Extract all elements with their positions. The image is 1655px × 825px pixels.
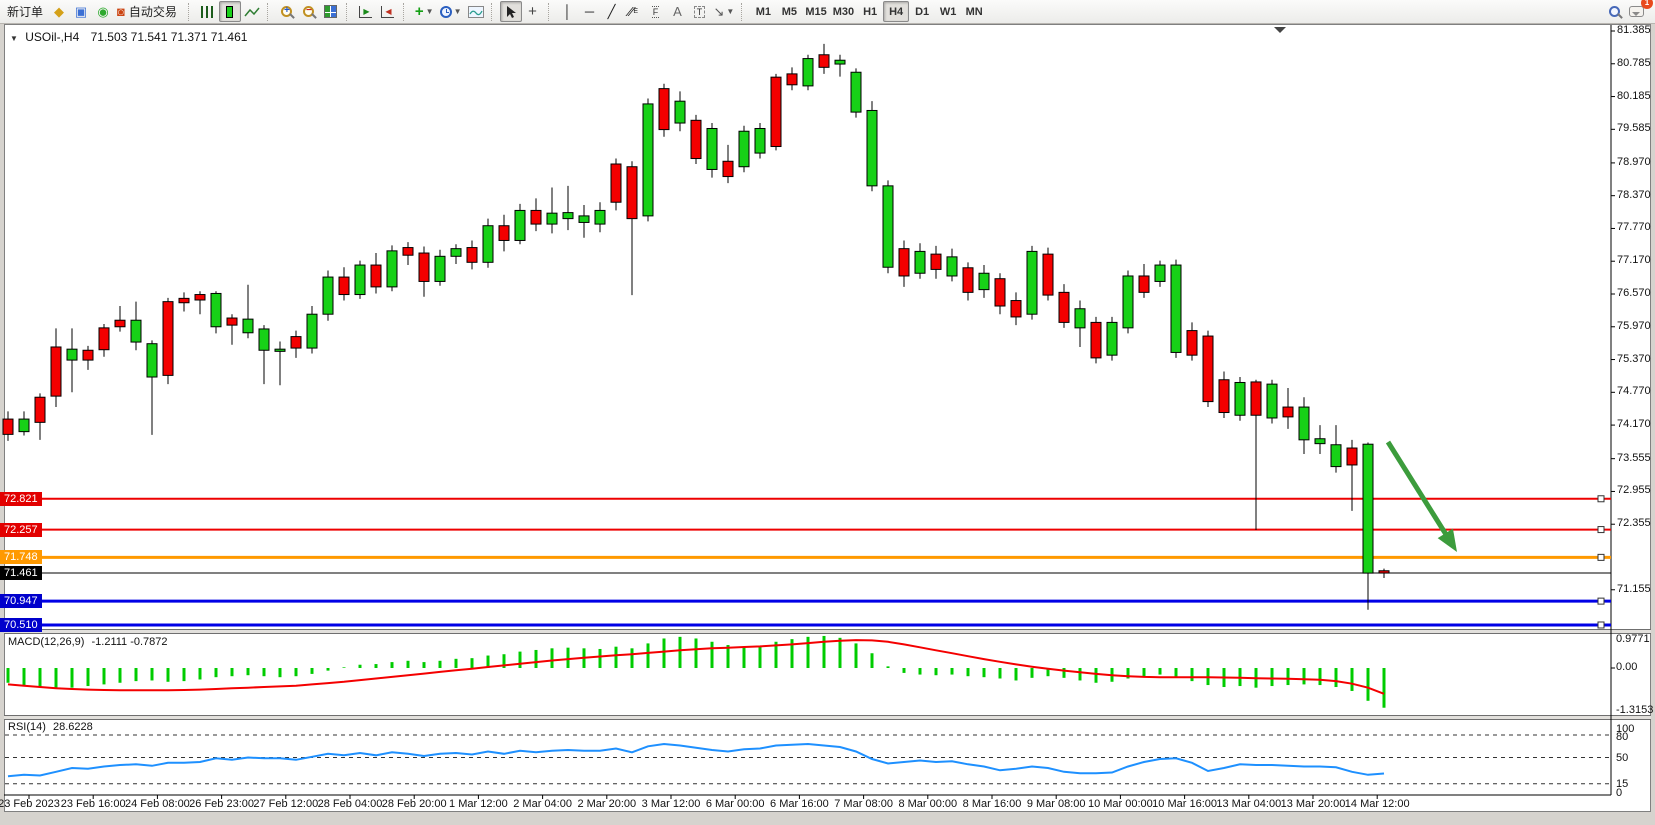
- price-axis-tick: 79.585: [1617, 122, 1651, 134]
- rsi-scale-label: 50: [1616, 752, 1628, 764]
- time-axis-label: 1 Mar 12:00: [449, 798, 508, 810]
- price-axis-tick: 78.370: [1617, 189, 1651, 201]
- time-axis-label: 14 Mar 12:00: [1345, 798, 1410, 810]
- rsi-scale-label: 0: [1616, 787, 1622, 799]
- chart-ohlc-values: 71.503 71.541 71.371 71.461: [91, 30, 248, 44]
- time-axis-label: 13 Mar 20:00: [1281, 798, 1346, 810]
- price-line-badge: 71.461: [0, 566, 42, 580]
- macd-scale-min: -1.3153: [1616, 704, 1653, 716]
- time-axis-label: 8 Mar 16:00: [963, 798, 1022, 810]
- macd-scale-zero: 0.00: [1616, 661, 1637, 673]
- price-axis-tick: 75.970: [1617, 320, 1651, 332]
- chart-symbol-period: USOil-,H4: [25, 30, 79, 44]
- time-axis-label: 28 Feb 20:00: [382, 798, 447, 810]
- time-axis-label: 2 Mar 20:00: [577, 798, 636, 810]
- time-axis-label: 23 Feb 16:00: [61, 798, 126, 810]
- time-axis-label: 28 Feb 04:00: [318, 798, 383, 810]
- price-axis-tick: 72.355: [1617, 517, 1651, 529]
- time-axis-label: 27 Feb 12:00: [253, 798, 318, 810]
- price-axis-tick: 81.385: [1617, 24, 1651, 36]
- price-axis-tick: 76.570: [1617, 287, 1651, 299]
- chart-canvas[interactable]: [0, 0, 1655, 825]
- rsi-indicator-label: RSI(14) 28.6228: [8, 721, 93, 733]
- time-axis-label: 2 Mar 04:00: [513, 798, 572, 810]
- price-axis-tick: 72.955: [1617, 484, 1651, 496]
- price-axis-tick: 80.185: [1617, 90, 1651, 102]
- price-axis-tick: 74.770: [1617, 385, 1651, 397]
- price-axis-tick: 74.170: [1617, 418, 1651, 430]
- time-axis-label: 10 Mar 00:00: [1088, 798, 1153, 810]
- price-line-badge: 72.257: [0, 523, 42, 537]
- price-axis-tick: 71.155: [1617, 583, 1651, 595]
- price-axis-tick: 75.370: [1617, 353, 1651, 365]
- time-axis-label: 6 Mar 00:00: [706, 798, 765, 810]
- application-window: 新订单 ◆ ▣ ◉ ◙ 自动交易 + − ▶ ◀ +▼ ▼ +: [0, 0, 1655, 825]
- macd-indicator-label: MACD(12,26,9) -1.2111 -0.7872: [8, 636, 168, 648]
- time-axis-label: 7 Mar 08:00: [834, 798, 893, 810]
- price-axis-tick: 77.170: [1617, 254, 1651, 266]
- time-axis-label: 9 Mar 08:00: [1027, 798, 1086, 810]
- price-axis-tick: 80.785: [1617, 57, 1651, 69]
- price-axis-tick: 77.770: [1617, 221, 1651, 233]
- chart-menu-icon[interactable]: ▼: [10, 34, 18, 43]
- time-axis-label: 8 Mar 00:00: [898, 798, 957, 810]
- macd-scale-max: 0.9771: [1616, 633, 1650, 645]
- time-axis-label: 13 Mar 04:00: [1216, 798, 1281, 810]
- price-line-badge: 70.947: [0, 594, 42, 608]
- price-line-badge: 71.748: [0, 550, 42, 564]
- time-axis-label: 3 Mar 12:00: [642, 798, 701, 810]
- chart-title: ▼ USOil-,H4 71.503 71.541 71.371 71.461: [10, 30, 247, 44]
- time-axis-label: 10 Mar 16:00: [1152, 798, 1217, 810]
- time-axis-label: 23 Feb 2023: [0, 798, 60, 810]
- price-axis-tick: 73.555: [1617, 452, 1651, 464]
- price-axis-tick: 78.970: [1617, 156, 1651, 168]
- time-axis-label: 6 Mar 16:00: [770, 798, 829, 810]
- price-line-badge: 70.510: [0, 618, 42, 632]
- time-axis-label: 26 Feb 23:00: [189, 798, 254, 810]
- rsi-scale-label: 80: [1616, 731, 1628, 743]
- price-line-badge: 72.821: [0, 492, 42, 506]
- time-axis-label: 24 Feb 08:00: [125, 798, 190, 810]
